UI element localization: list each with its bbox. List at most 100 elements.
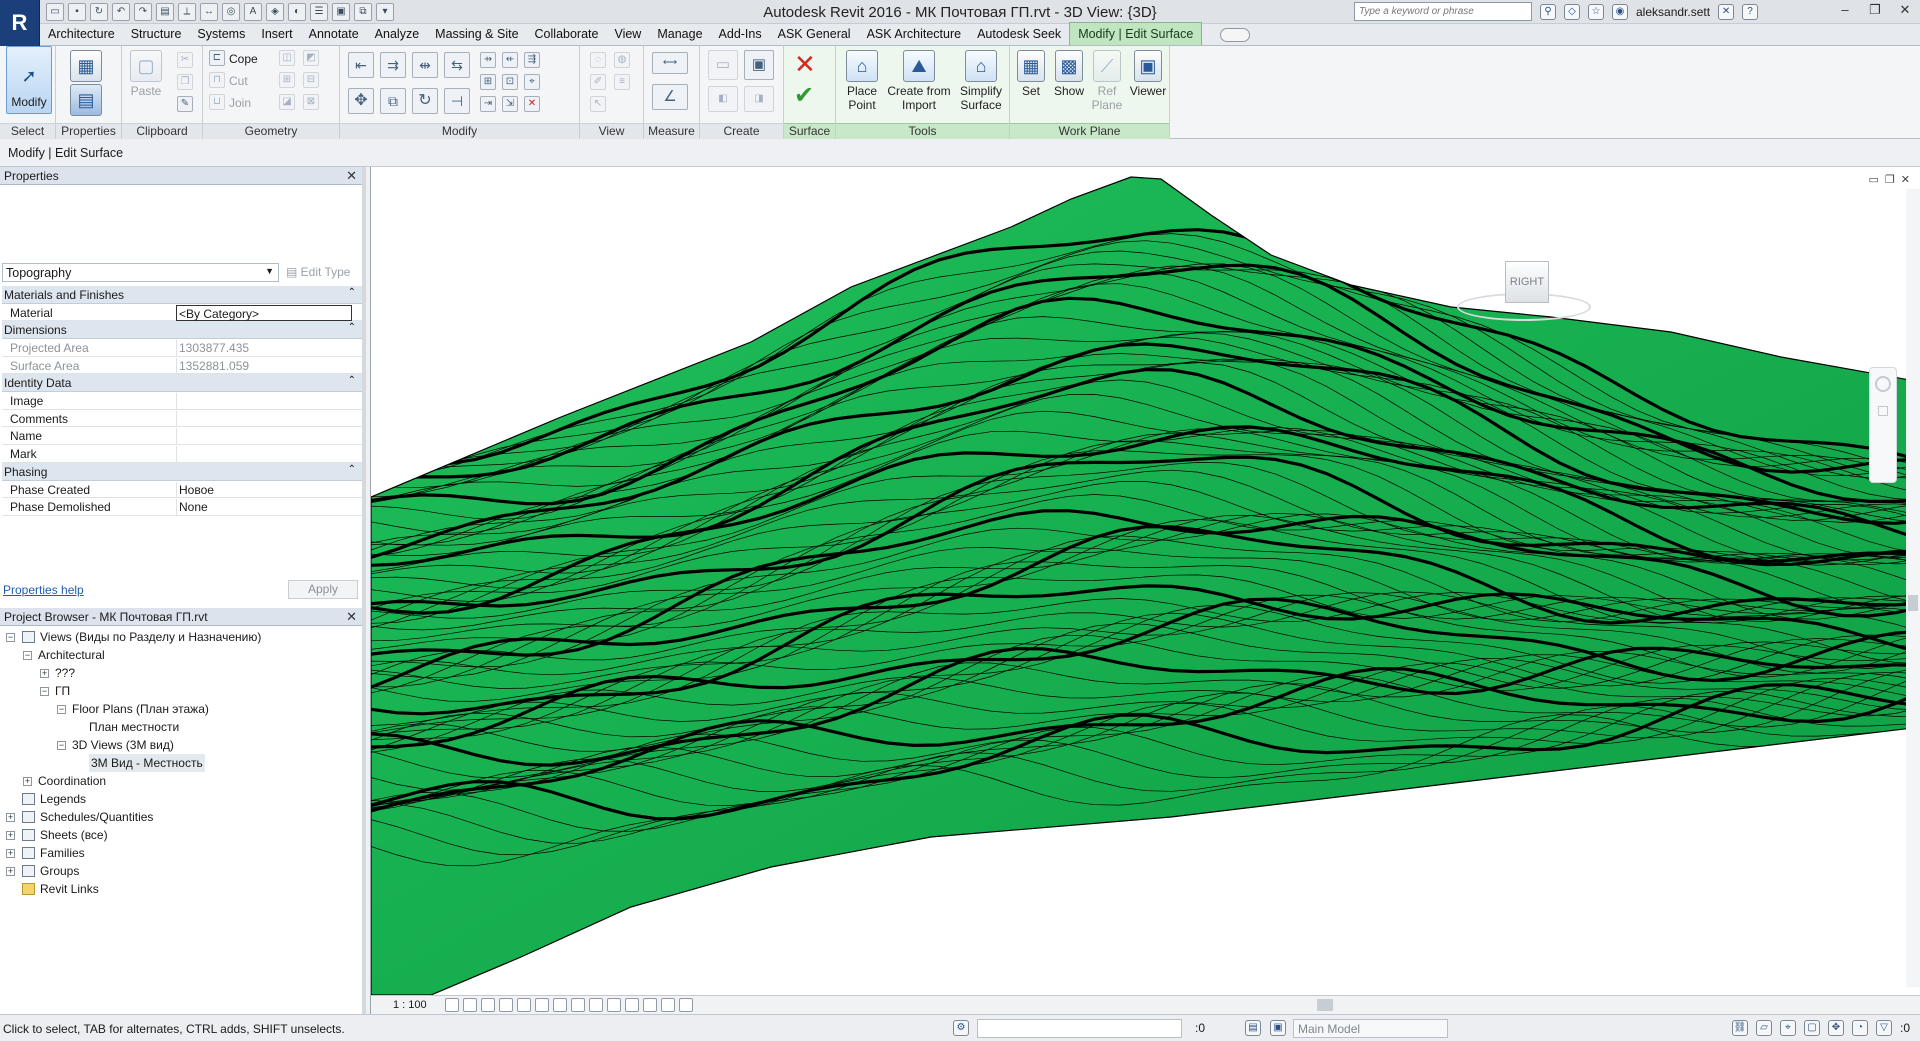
worksets-icon[interactable]: ⚙ [953,1020,969,1036]
ref-plane-button[interactable]: ⟋ Ref Plane [1090,50,1124,112]
property-value[interactable] [176,446,352,463]
horizontal-scroll-thumb[interactable] [1317,999,1333,1011]
viewcube-face[interactable]: RIGHT [1505,261,1549,303]
property-value[interactable] [176,428,352,445]
active-workset-dropdown[interactable] [977,1019,1182,1038]
navigation-bar[interactable] [1869,367,1897,483]
browser-node[interactable]: + Groups [0,862,362,880]
viewcube[interactable]: RIGHT [1457,257,1591,321]
browser-node[interactable]: − Architectural [0,646,362,664]
copy-element-icon[interactable]: ⧉ [380,88,406,114]
tab-ask-architecture[interactable]: ASK Architecture [859,23,970,45]
viewer-button[interactable]: ▣ Viewer [1128,50,1168,98]
shadows-icon[interactable] [499,998,513,1012]
close-icon[interactable]: ✕ [1890,0,1920,22]
select-underlay-icon[interactable]: ▱ [1755,1020,1772,1036]
place-point-button[interactable]: ⌂ Place Point [838,50,886,112]
modify-button[interactable]: ➚ Modify [6,46,52,114]
expand-icon[interactable]: + [40,669,49,678]
copy-icon[interactable]: ❐ [177,74,193,90]
browser-node[interactable]: + Families [0,844,362,862]
pin-icon[interactable]: ⇥ [480,96,496,112]
apply-button[interactable]: Apply [288,580,358,599]
split-element-icon[interactable]: ⇸ [480,52,496,68]
browser-node[interactable]: Legends [0,790,362,808]
collapse-icon[interactable]: ⌃ [348,375,356,386]
collapse-icon[interactable]: − [57,705,66,714]
steering-wheel-icon[interactable] [1875,376,1891,392]
tab-structure[interactable]: Structure [123,23,190,45]
select-links-icon[interactable]: ⛓ [1731,1020,1748,1036]
tab-insert[interactable]: Insert [253,23,300,45]
edit-type-button[interactable]: ▤ Edit Type [286,265,350,279]
angular-dimension-icon[interactable]: ∠ [652,84,688,110]
create-assembly-icon[interactable]: ◨ [744,86,774,112]
unlocked-3d-icon[interactable] [571,998,585,1012]
view-settings-icon[interactable]: ≡ [614,74,630,90]
trim-single-icon[interactable]: ⇲ [502,96,518,112]
property-value[interactable] [176,392,352,409]
property-section[interactable]: Materials and Finishes ⌃ [2,286,362,304]
close-icon[interactable]: ✕ [346,609,357,625]
trim-extend-icon[interactable]: ⊣ [444,88,470,114]
tab-collaborate[interactable]: Collaborate [527,23,607,45]
remove-paint-icon[interactable]: ◪ [279,94,295,110]
wall-joins-icon[interactable]: ⊞ [279,72,295,88]
tab-systems[interactable]: Systems [189,23,253,45]
expand-icon[interactable]: + [6,813,15,822]
tab-autodesk-seek[interactable]: Autodesk Seek [969,23,1069,45]
simplify-surface-button[interactable]: ⌂ Simplify Surface [954,50,1008,112]
pick-icon[interactable]: ↖ [590,96,606,112]
ribbon-minimize-toggle[interactable] [1220,27,1251,42]
user-name[interactable]: aleksandr.sett [1636,5,1710,19]
cut-geometry-button[interactable]: Cut [229,74,248,88]
tab-annotate[interactable]: Annotate [301,23,367,45]
tab-analyze[interactable]: Analyze [367,23,427,45]
detail-level-icon[interactable] [445,998,459,1012]
linework-icon[interactable]: ✐ [590,74,606,90]
unpin-icon[interactable]: ⌖ [524,74,540,90]
override-icon[interactable]: ◍ [614,52,630,68]
scale-icon[interactable]: ⊡ [502,74,518,90]
panel-title-select[interactable]: Select [0,123,55,139]
split-gap-icon[interactable]: ⇷ [502,52,518,68]
browser-node[interactable]: − ГП [0,682,362,700]
tab-massing-site[interactable]: Massing & Site [427,23,526,45]
browser-node[interactable]: − Floor Plans (План этажа) [0,700,362,718]
view-scale[interactable]: 1 : 100 [393,999,427,1011]
visual-style-icon[interactable] [463,998,477,1012]
property-section[interactable]: Phasing ⌃ [2,463,362,481]
minimize-icon[interactable]: ▭ [1869,173,1879,186]
select-pinned-icon[interactable]: ⌖ [1779,1020,1796,1036]
browser-node[interactable]: − Views (Виды по Разделу и Назначению) [0,628,362,646]
zoom-icon[interactable] [1878,406,1888,416]
collapse-icon[interactable]: ⌃ [348,287,356,298]
background-processes-icon[interactable]: ◔ [1851,1020,1868,1036]
collapse-icon[interactable]: ⌃ [348,464,356,475]
exchange-apps-icon[interactable]: ✕ [1718,4,1735,20]
vertical-scrollbar[interactable] [1906,189,1920,987]
drag-elements-icon[interactable]: ✥ [1827,1020,1844,1036]
paste-button[interactable]: ▢ Paste [130,50,162,98]
tab-manage[interactable]: Manage [649,23,710,45]
temporary-hide-icon[interactable] [589,998,603,1012]
collapse-icon[interactable]: − [23,651,32,660]
topography-surface[interactable] [371,167,1920,995]
tab-modify-edit-surface[interactable]: Modify | Edit Surface [1069,22,1203,45]
select-by-face-icon[interactable]: ▢ [1803,1020,1820,1036]
rotate-icon[interactable]: ↻ [412,88,438,114]
editable-only-icon[interactable]: ▣ [1270,1020,1286,1036]
cancel-edit-surface-button[interactable]: ✕ [794,50,816,78]
create-parts-icon[interactable]: ◧ [708,86,738,112]
expand-icon[interactable]: + [23,777,32,786]
match-type-icon[interactable]: ✎ [177,96,193,112]
user-icon[interactable]: ◉ [1612,4,1628,20]
reveal-constraints-icon[interactable] [679,998,693,1012]
filter-icon[interactable]: ▽ [1875,1020,1892,1036]
demolish-icon[interactable]: ⊟ [303,72,319,88]
properties-button[interactable]: ▤ [70,84,102,118]
property-section[interactable]: Dimensions ⌃ [2,321,362,339]
align-icon[interactable]: ⇤ [348,52,374,78]
delete-icon[interactable]: ✕ [524,96,540,112]
close-icon[interactable]: ✕ [346,168,357,184]
